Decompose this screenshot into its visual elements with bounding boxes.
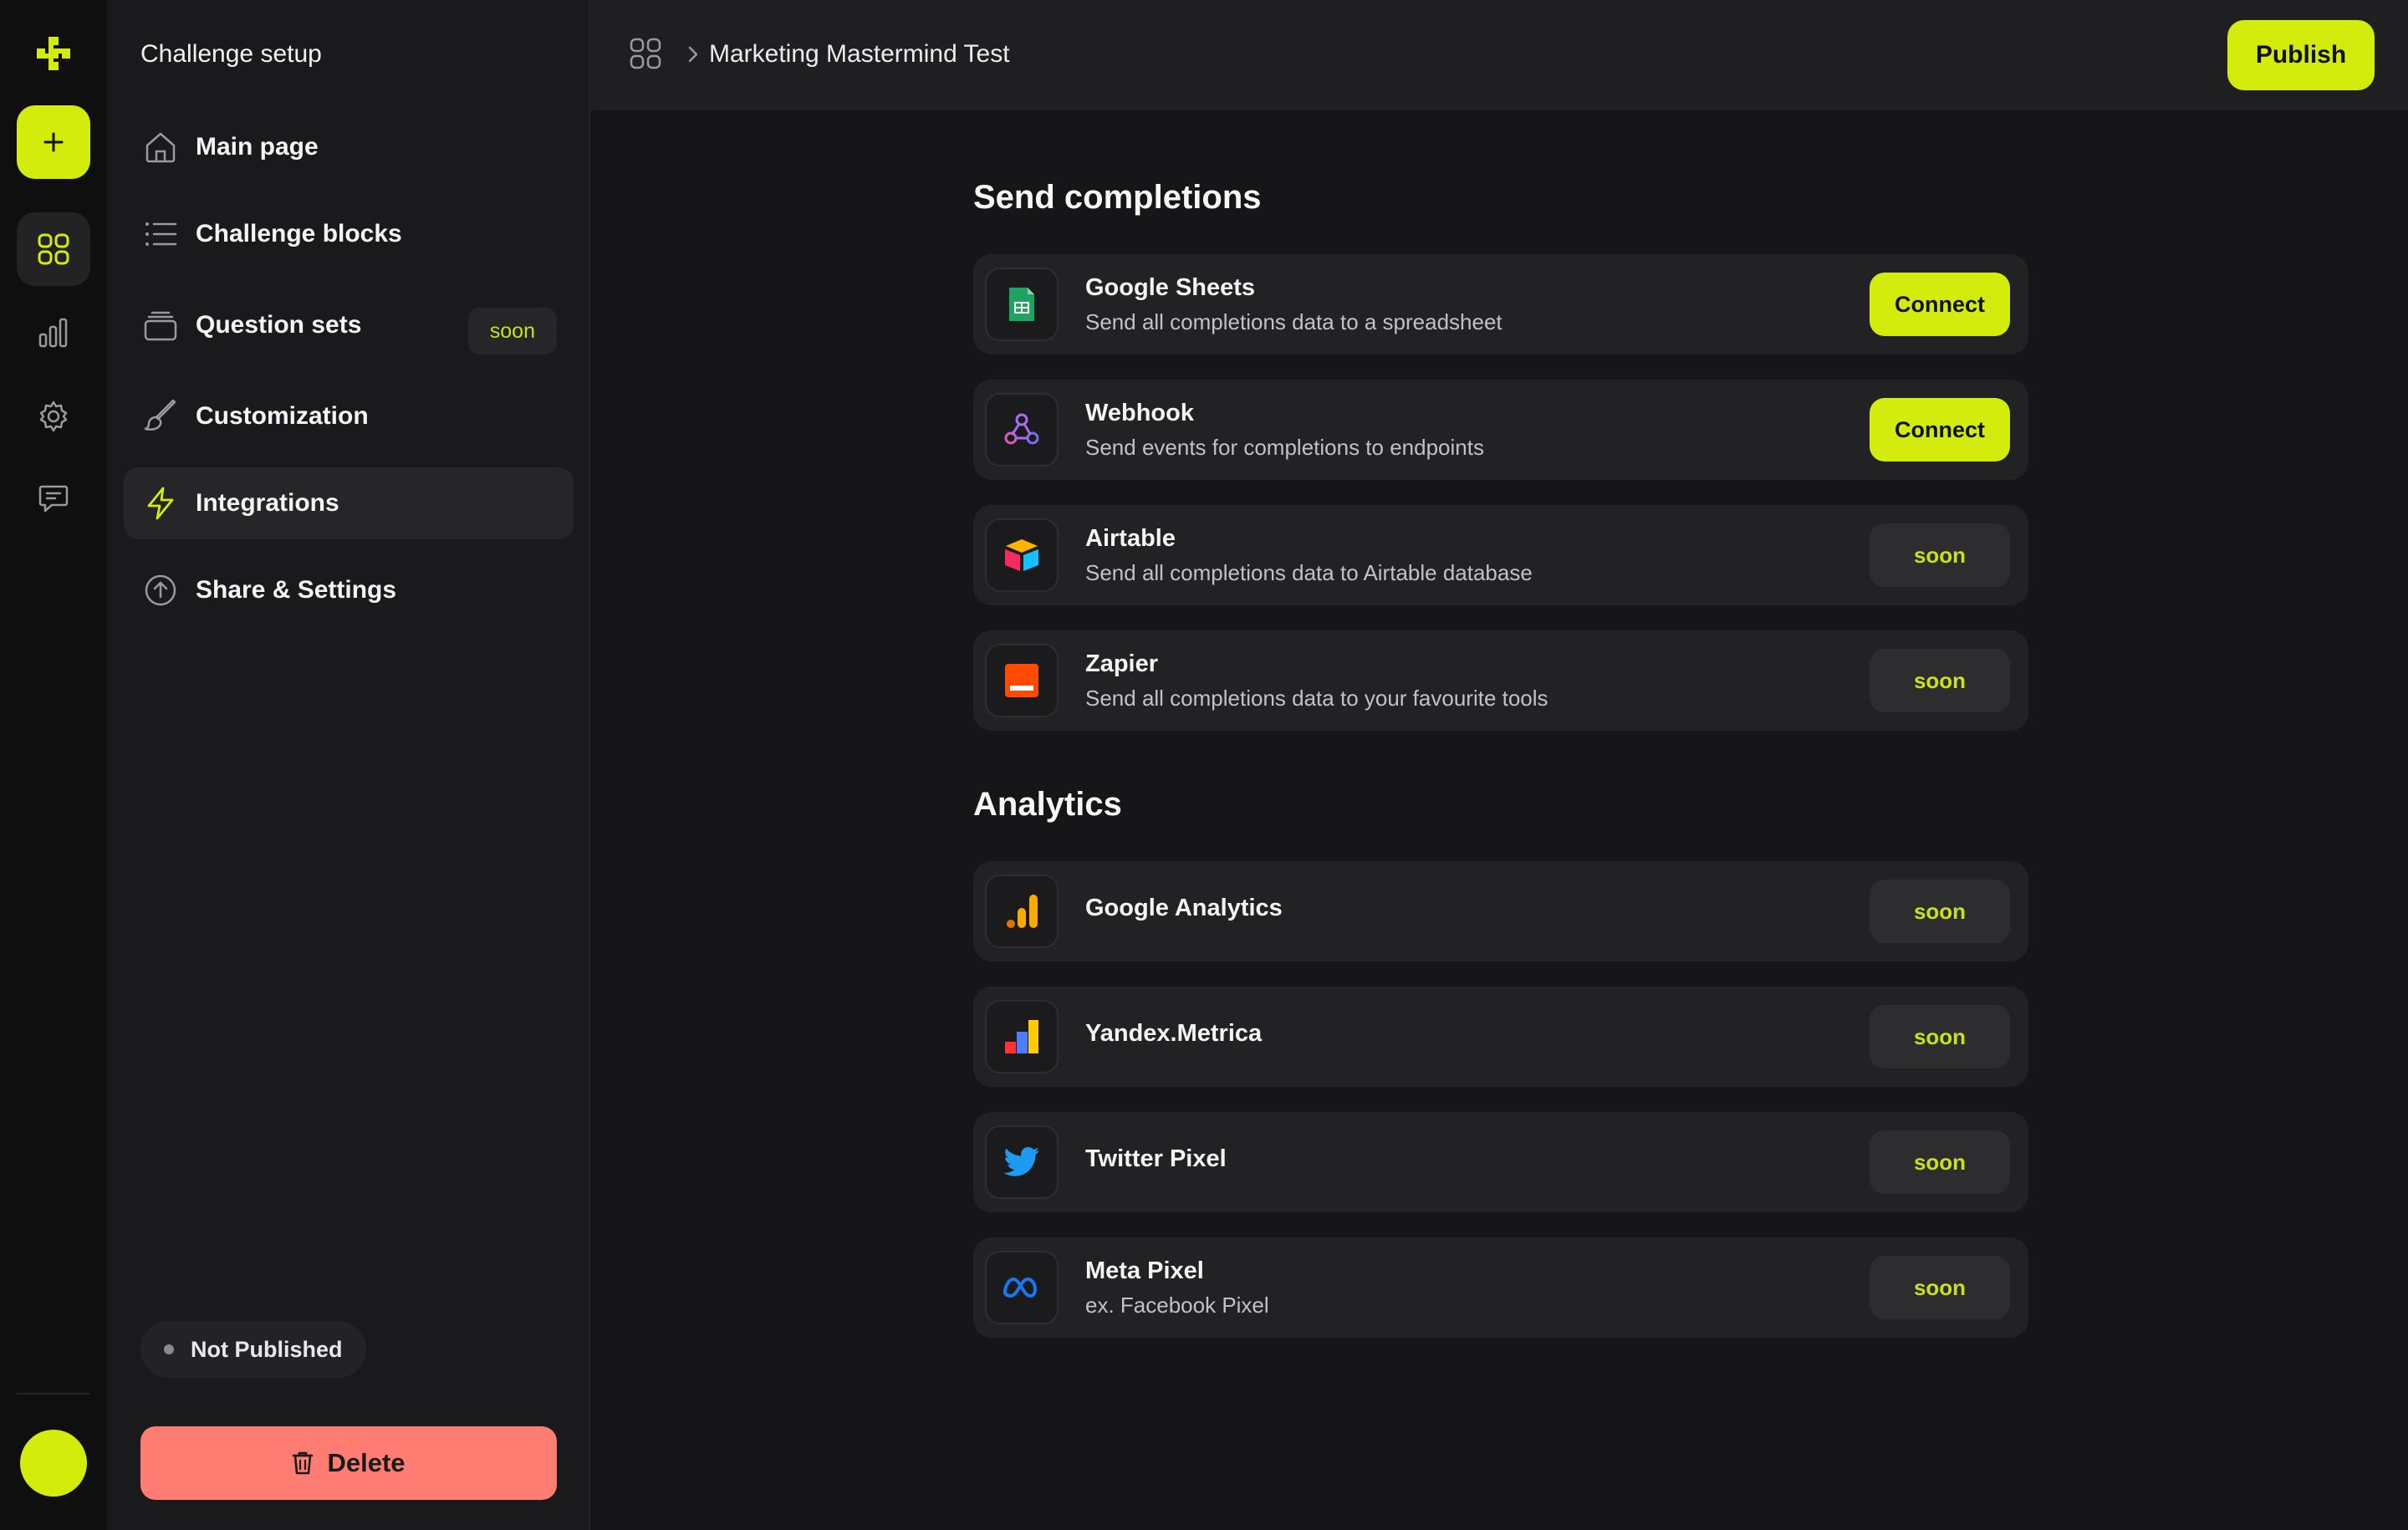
integration-description: Send all completions data to a spreadshe… <box>1085 309 1502 334</box>
sidebar-item-label: Main page <box>196 133 319 161</box>
sidebar-item-main-page[interactable]: Main page <box>124 111 574 183</box>
publish-button[interactable]: Publish <box>2227 20 2375 90</box>
status-dot <box>164 1344 174 1354</box>
sidebar-item-share-settings[interactable]: Share & Settings <box>124 554 574 626</box>
zapier-icon <box>985 644 1059 717</box>
chevron-right-icon <box>682 43 704 65</box>
sidebar-item-customization[interactable]: Customization <box>124 380 574 452</box>
apps-grid-icon[interactable] <box>629 37 666 74</box>
connect-google-sheets-button[interactable]: Connect <box>1870 273 2010 336</box>
integration-card-webhook: Webhook Send events for completions to e… <box>973 380 2028 480</box>
sidebar-item-question-sets[interactable]: Question sets soon <box>124 289 574 361</box>
brush-icon <box>142 398 179 435</box>
sidebar-item-integrations[interactable]: Integrations <box>124 467 574 539</box>
google-sheets-icon <box>985 268 1059 341</box>
integration-description: ex. Facebook Pixel <box>1085 1293 1269 1318</box>
breadcrumb-current[interactable]: Marketing Mastermind Test <box>709 40 1010 69</box>
integration-card-yandex-metrica: Yandex.Metrica soon <box>973 987 2028 1087</box>
sidebar-item-label: Customization <box>196 402 369 430</box>
connect-webhook-button[interactable]: Connect <box>1870 398 2010 462</box>
sidebar-item-label: Challenge blocks <box>196 220 402 247</box>
stack-icon <box>142 307 179 344</box>
trash-icon <box>292 1451 317 1476</box>
add-challenge-button[interactable] <box>17 105 90 179</box>
grid-icon <box>38 233 69 265</box>
webhook-icon <box>985 393 1059 467</box>
app-root: Challenge setup Main page Challenge bloc… <box>0 0 2408 1530</box>
integration-card-meta-pixel: Meta Pixel ex. Facebook Pixel soon <box>973 1237 2028 1338</box>
delete-label: Delete <box>327 1448 406 1477</box>
airtable-icon <box>985 518 1059 592</box>
integration-card-twitter-pixel: Twitter Pixel soon <box>973 1112 2028 1212</box>
home-icon <box>142 129 179 166</box>
sidebar-item-label: Share & Settings <box>196 576 397 604</box>
integration-card-airtable: Airtable Send all completions data to Ai… <box>973 505 2028 605</box>
upload-circle-icon <box>142 572 179 609</box>
sidebar-item-challenge-blocks[interactable]: Challenge blocks <box>124 198 574 270</box>
integrations-content: Send completions Google Sheets Send all … <box>590 110 2408 1530</box>
integration-name: Yandex.Metrica <box>1085 1020 1263 1047</box>
bar-chart-icon <box>38 318 68 348</box>
integration-name: Google Analytics <box>1085 895 1283 921</box>
section-title-completions: Send completions <box>973 179 1262 216</box>
yandex-metrica-icon <box>985 1000 1059 1074</box>
integration-name: Google Sheets <box>1085 274 1256 301</box>
user-avatar[interactable] <box>20 1430 87 1497</box>
integration-card-google-analytics: Google Analytics soon <box>973 861 2028 961</box>
brand-logo-icon[interactable] <box>33 33 74 74</box>
status-text: Not Published <box>191 1336 343 1362</box>
sidebar-title: Challenge setup <box>140 40 322 68</box>
twitter-pixel-soon-button: soon <box>1870 1130 2010 1194</box>
meta-icon <box>985 1251 1059 1324</box>
publish-status-badge: Not Published <box>140 1321 366 1378</box>
gear-icon <box>39 400 68 432</box>
rail-feedback-button[interactable] <box>17 462 90 535</box>
google-analytics-icon <box>985 875 1059 948</box>
delete-button[interactable]: Delete <box>140 1426 557 1500</box>
list-icon <box>142 216 179 252</box>
icon-rail <box>0 0 107 1530</box>
zapier-soon-button: soon <box>1870 649 2010 712</box>
top-bar: Marketing Mastermind Test Publish <box>590 0 2408 110</box>
sidebar-item-label: Question sets <box>196 311 362 339</box>
airtable-soon-button: soon <box>1870 523 2010 587</box>
chat-icon <box>38 485 69 513</box>
rail-dashboard-button[interactable] <box>17 212 90 286</box>
lightning-icon <box>142 485 179 522</box>
integration-card-zapier: Zapier Send all completions data to your… <box>973 630 2028 731</box>
soon-badge: soon <box>467 308 557 354</box>
plus-icon <box>43 132 64 152</box>
integration-description: Send all completions data to your favour… <box>1085 686 1548 711</box>
yandex-metrica-soon-button: soon <box>1870 1005 2010 1068</box>
integration-description: Send all completions data to Airtable da… <box>1085 560 1533 585</box>
rail-analytics-button[interactable] <box>17 296 90 370</box>
twitter-icon <box>985 1125 1059 1199</box>
integration-name: Webhook <box>1085 400 1194 426</box>
integration-description: Send events for completions to endpoints <box>1085 435 1484 460</box>
rail-divider <box>17 1393 90 1395</box>
google-analytics-soon-button: soon <box>1870 880 2010 943</box>
integration-card-google-sheets: Google Sheets Send all completions data … <box>973 254 2028 354</box>
integration-name: Twitter Pixel <box>1085 1145 1227 1172</box>
rail-settings-button[interactable] <box>17 380 90 453</box>
meta-pixel-soon-button: soon <box>1870 1256 2010 1319</box>
integration-name: Zapier <box>1085 650 1159 677</box>
sidebar-item-label: Integrations <box>196 489 339 517</box>
integration-name: Airtable <box>1085 525 1176 552</box>
sidebar: Challenge setup Main page Challenge bloc… <box>107 0 590 1530</box>
integration-name: Meta Pixel <box>1085 1257 1204 1284</box>
section-title-analytics: Analytics <box>973 786 1122 823</box>
